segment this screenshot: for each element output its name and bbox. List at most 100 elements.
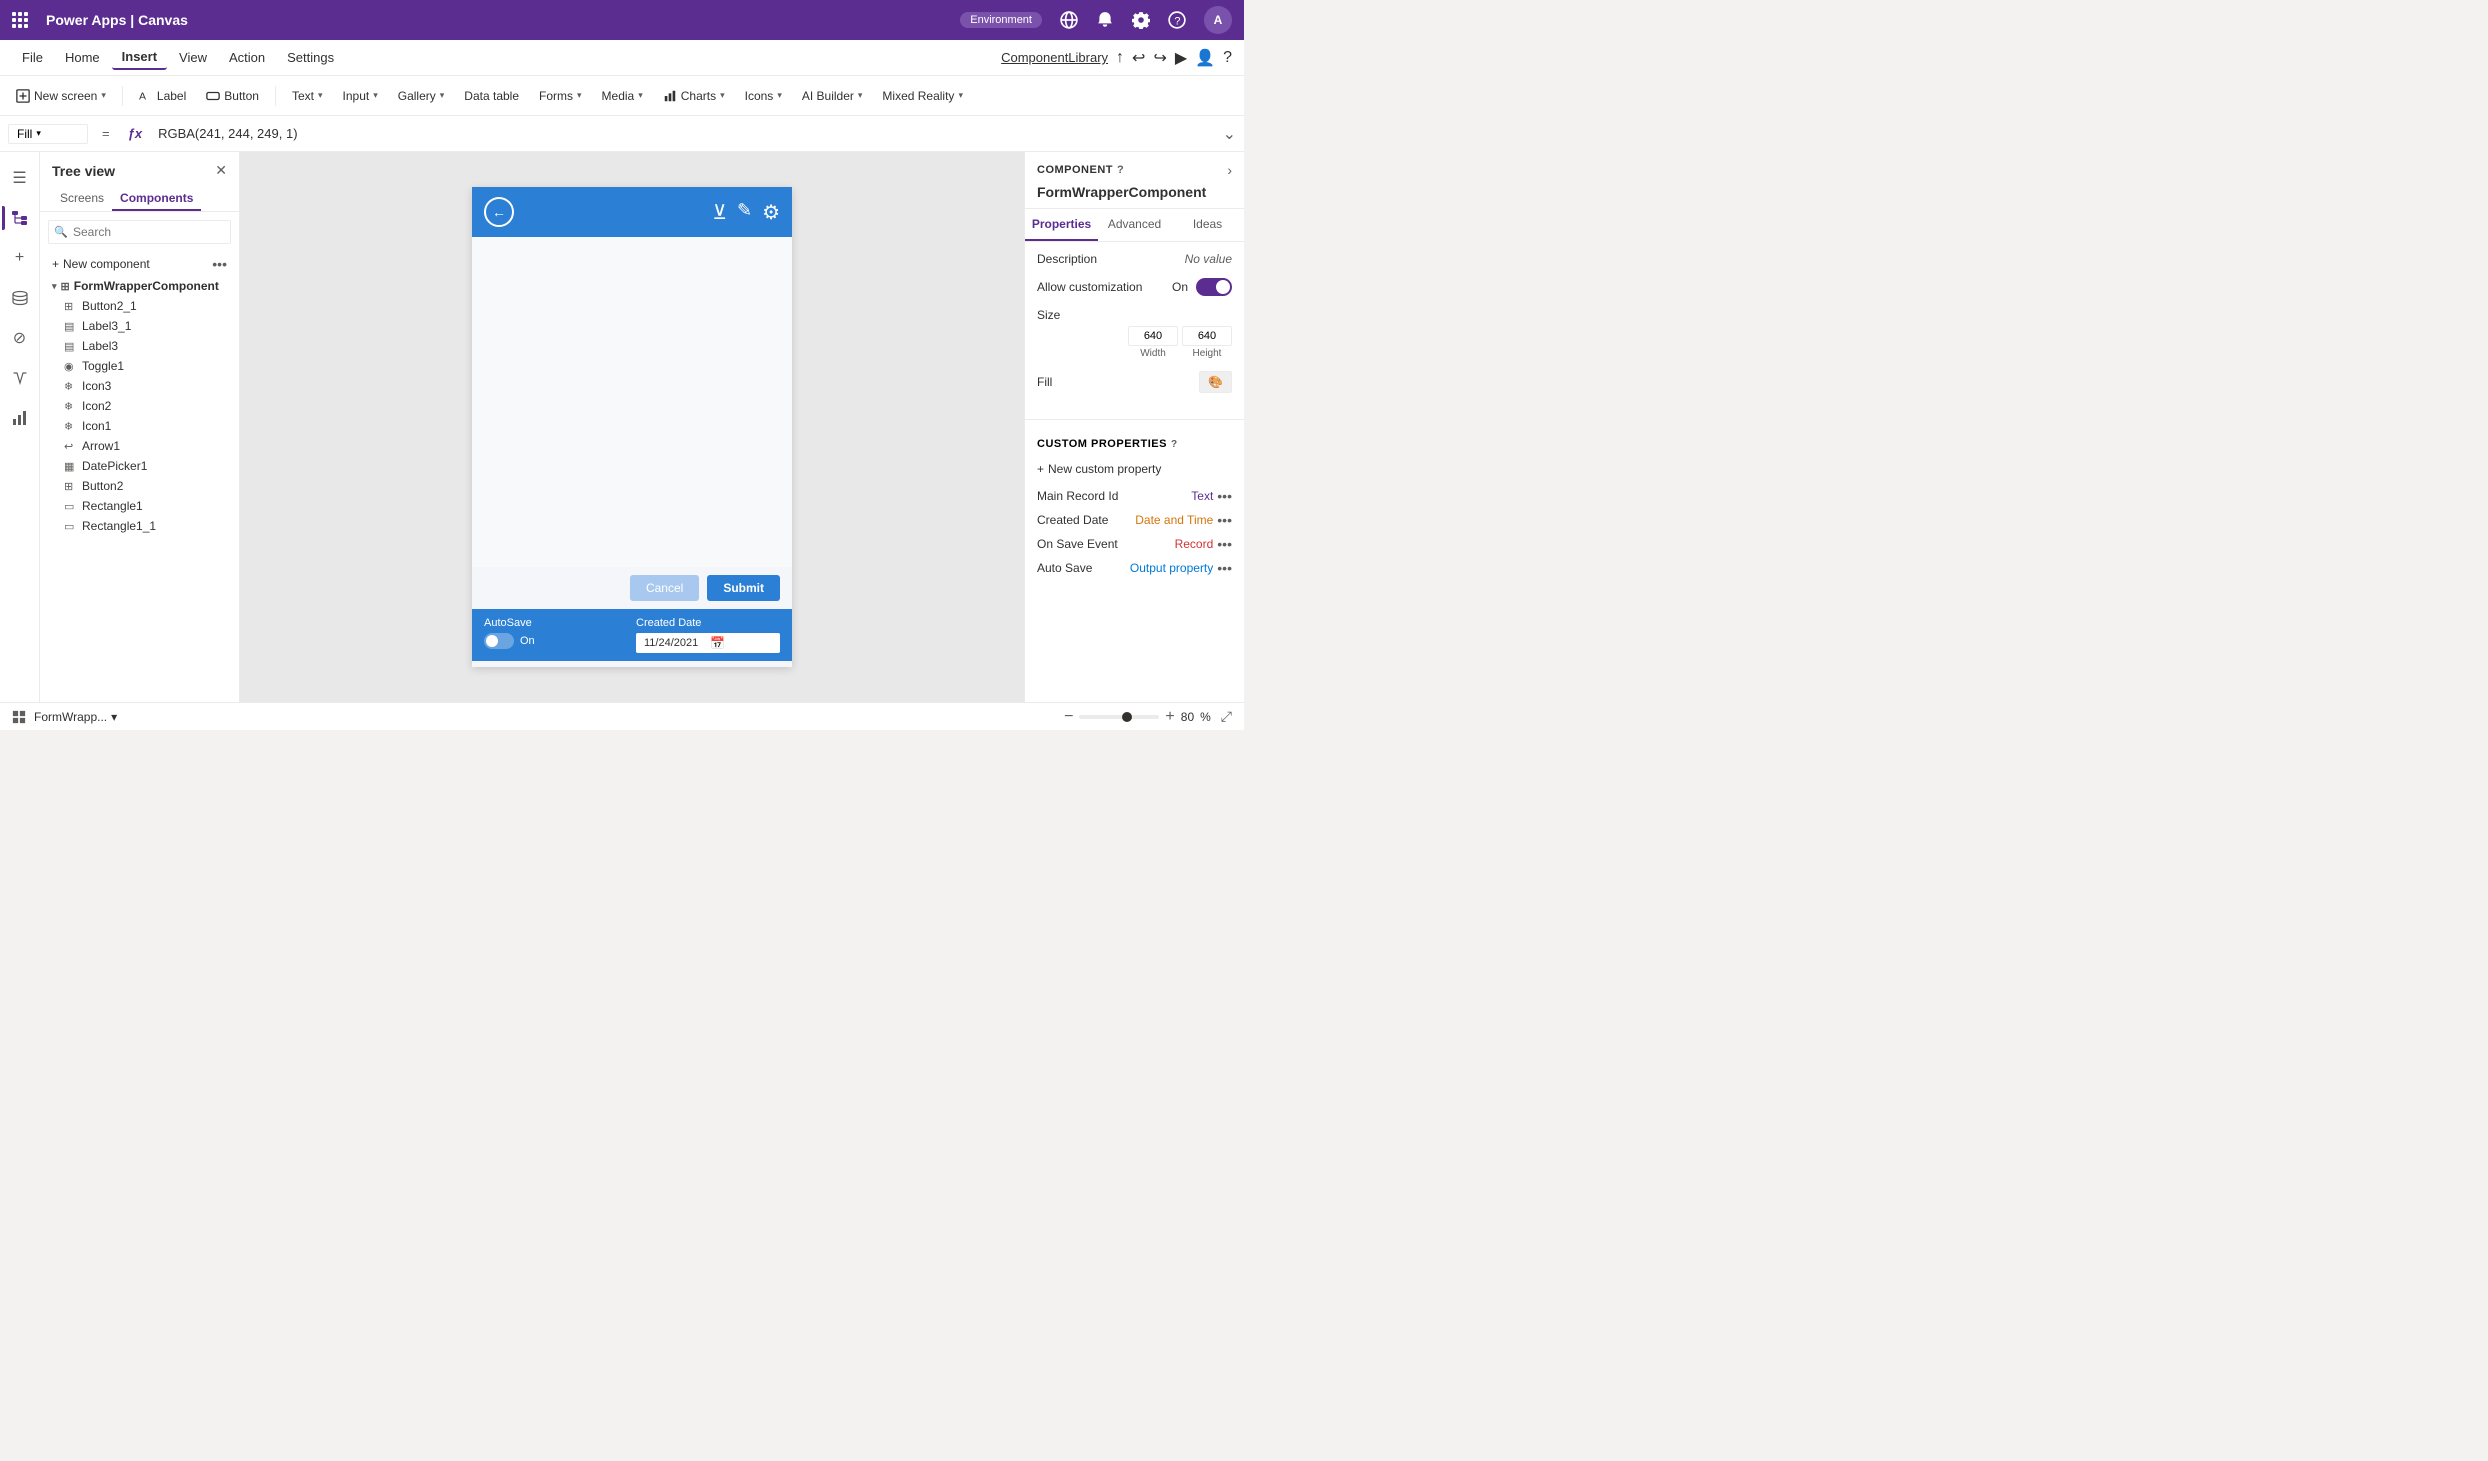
icons-button[interactable]: Icons ▾ xyxy=(737,85,790,107)
tree-item-arrow1[interactable]: ↩ Arrow1 xyxy=(40,436,239,456)
zoom-minus[interactable]: − xyxy=(1064,708,1073,726)
custom-props-help-icon[interactable]: ? xyxy=(1171,439,1178,450)
tree-close-button[interactable]: ✕ xyxy=(215,162,227,179)
date-picker-input[interactable]: 11/24/2021 📅 xyxy=(636,633,780,653)
icons-caret[interactable]: ▾ xyxy=(777,90,782,101)
tree-item-rectangle1[interactable]: ▭ Rectangle1 xyxy=(40,496,239,516)
tree-item-toggle1[interactable]: ◉ Toggle1 xyxy=(40,356,239,376)
fit-icon[interactable]: ⤢ xyxy=(1221,708,1232,725)
gallery-caret[interactable]: ▾ xyxy=(440,90,445,101)
media-button[interactable]: Media ▾ xyxy=(594,85,651,107)
customization-toggle-track[interactable] xyxy=(1196,278,1232,296)
component-help-icon[interactable]: ? xyxy=(1117,164,1124,176)
status-caret[interactable]: ▾ xyxy=(111,710,117,724)
charts-button[interactable]: Charts ▾ xyxy=(655,85,733,107)
data-table-button[interactable]: Data table xyxy=(456,85,527,107)
ai-builder-caret[interactable]: ▾ xyxy=(858,90,863,101)
zoom-slider[interactable] xyxy=(1079,715,1159,719)
help-icon[interactable]: ? xyxy=(1168,11,1186,29)
new-component-button[interactable]: + New component xyxy=(52,257,208,271)
label-button[interactable]: A Label xyxy=(131,85,194,107)
component-library-link[interactable]: ComponentLibrary xyxy=(1001,50,1108,65)
undo-icon[interactable]: ↩ xyxy=(1132,48,1145,68)
filter-icon[interactable]: ⊻ xyxy=(712,200,727,225)
button-button[interactable]: Button xyxy=(198,85,267,107)
toggle-track[interactable] xyxy=(484,633,514,649)
ai-builder-button[interactable]: AI Builder ▾ xyxy=(794,85,871,107)
new-custom-property-button[interactable]: + New custom property xyxy=(1025,458,1244,480)
help-menu-icon[interactable]: ? xyxy=(1223,49,1232,67)
autosave-toggle[interactable]: On xyxy=(484,633,628,649)
nav-analytics[interactable] xyxy=(2,400,38,436)
width-input[interactable] xyxy=(1128,326,1178,346)
cancel-button[interactable]: Cancel xyxy=(630,575,699,601)
environment-badge[interactable]: Environment xyxy=(960,12,1042,28)
settings-gear-icon[interactable]: ⚙ xyxy=(762,200,780,225)
tab-properties[interactable]: Properties xyxy=(1025,209,1098,241)
edit-icon[interactable]: ✎ xyxy=(737,200,752,225)
tree-more-button[interactable]: ••• xyxy=(212,256,227,272)
fill-color-button[interactable]: 🎨 xyxy=(1199,371,1232,393)
tree-item-datepicker1[interactable]: ▦ DatePicker1 xyxy=(40,456,239,476)
mixed-reality-button[interactable]: Mixed Reality ▾ xyxy=(874,85,971,107)
menu-settings[interactable]: Settings xyxy=(277,46,344,69)
nav-add[interactable]: + xyxy=(2,240,38,276)
tree-item-rectangle1-1[interactable]: ▭ Rectangle1_1 xyxy=(40,516,239,536)
menu-file[interactable]: File xyxy=(12,46,53,69)
tree-item-button2[interactable]: ⊞ Button2 xyxy=(40,476,239,496)
formula-property-dropdown[interactable]: Fill ▾ xyxy=(8,124,88,144)
tree-item-icon2[interactable]: ❄ Icon2 xyxy=(40,396,239,416)
tree-item-label3-1[interactable]: ▤ Label3_1 xyxy=(40,316,239,336)
globe-icon[interactable] xyxy=(1060,11,1078,29)
zoom-plus[interactable]: + xyxy=(1165,708,1174,726)
tree-item-button2-1[interactable]: ⊞ Button2_1 xyxy=(40,296,239,316)
nav-tree[interactable] xyxy=(2,200,38,236)
nav-connections[interactable]: ⊘ xyxy=(2,320,38,356)
gear-icon[interactable] xyxy=(1132,11,1150,29)
charts-caret[interactable]: ▾ xyxy=(720,90,725,101)
play-icon[interactable]: ▶ xyxy=(1175,48,1187,68)
back-button[interactable]: ← xyxy=(484,197,514,227)
input-button[interactable]: Input ▾ xyxy=(335,85,386,107)
menu-home[interactable]: Home xyxy=(55,46,110,69)
prop-more-3[interactable]: ••• xyxy=(1217,560,1232,576)
text-caret[interactable]: ▾ xyxy=(318,90,323,101)
forms-caret[interactable]: ▾ xyxy=(577,90,582,101)
share-icon[interactable]: ↑ xyxy=(1116,49,1124,67)
formula-input[interactable]: RGBA(241, 244, 249, 1) xyxy=(154,124,1215,143)
menu-insert[interactable]: Insert xyxy=(112,45,167,70)
waffle-icon[interactable] xyxy=(12,12,28,28)
formula-expand-icon[interactable]: ⌄ xyxy=(1223,124,1236,144)
tree-search-input[interactable] xyxy=(48,220,231,244)
canvas-area[interactable]: ← ⊻ ✎ ⚙ Cancel Submit AutoSave xyxy=(240,152,1024,702)
new-screen-button[interactable]: New screen ▾ xyxy=(8,85,114,107)
nav-variables[interactable] xyxy=(2,360,38,396)
tab-advanced[interactable]: Advanced xyxy=(1098,209,1171,241)
tree-item-label3[interactable]: ▤ Label3 xyxy=(40,336,239,356)
allow-customization-toggle[interactable]: On xyxy=(1172,278,1232,296)
menu-view[interactable]: View xyxy=(169,46,217,69)
bell-icon[interactable] xyxy=(1096,11,1114,29)
height-input[interactable] xyxy=(1182,326,1232,346)
input-caret[interactable]: ▾ xyxy=(373,90,378,101)
right-collapse-button[interactable]: › xyxy=(1227,162,1232,178)
tree-tab-components[interactable]: Components xyxy=(112,187,201,211)
nav-hamburger[interactable]: ☰ xyxy=(2,160,38,196)
tree-item-icon3[interactable]: ❄ Icon3 xyxy=(40,376,239,396)
mixed-reality-caret[interactable]: ▾ xyxy=(958,90,963,101)
tree-tab-screens[interactable]: Screens xyxy=(52,187,112,211)
text-button[interactable]: Text ▾ xyxy=(284,85,331,107)
menu-action[interactable]: Action xyxy=(219,46,275,69)
forms-button[interactable]: Forms ▾ xyxy=(531,85,590,107)
redo-icon[interactable]: ↪ xyxy=(1153,48,1166,68)
media-caret[interactable]: ▾ xyxy=(638,90,643,101)
prop-more-2[interactable]: ••• xyxy=(1217,536,1232,552)
nav-data[interactable] xyxy=(2,280,38,316)
gallery-button[interactable]: Gallery ▾ xyxy=(390,85,453,107)
prop-more-0[interactable]: ••• xyxy=(1217,488,1232,504)
tree-item-icon1[interactable]: ❄ Icon1 xyxy=(40,416,239,436)
person-icon[interactable]: 👤 xyxy=(1195,48,1215,68)
submit-button[interactable]: Submit xyxy=(707,575,780,601)
tab-ideas[interactable]: Ideas xyxy=(1171,209,1244,241)
prop-more-1[interactable]: ••• xyxy=(1217,512,1232,528)
